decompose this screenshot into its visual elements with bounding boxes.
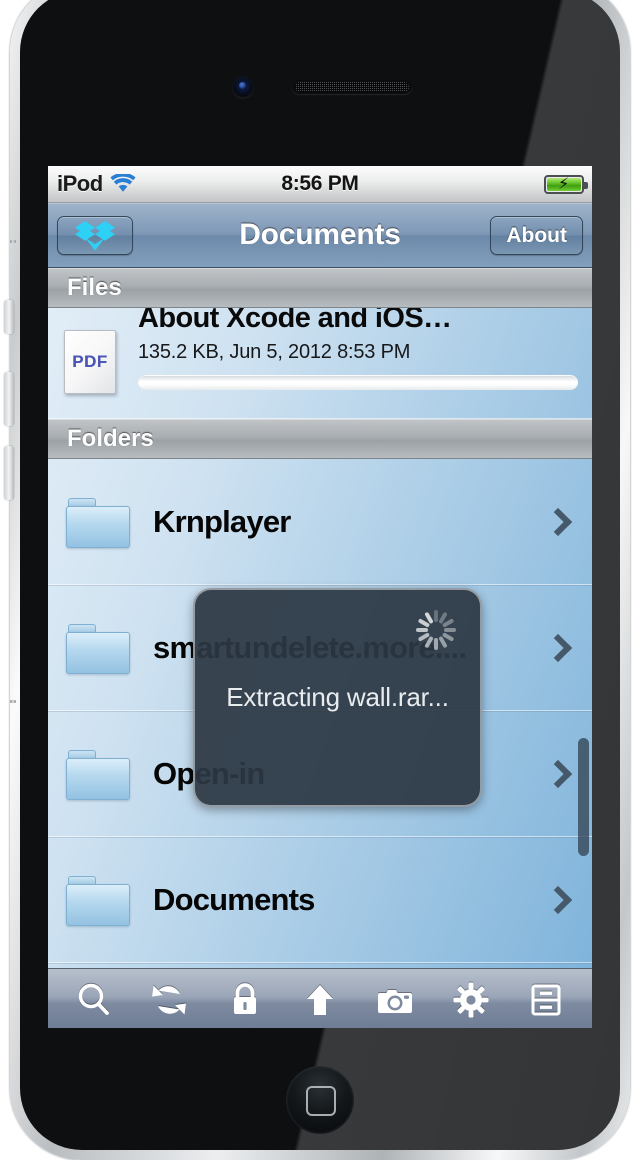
activity-spinner-icon [414,608,458,652]
section-header-folders: Folders [48,419,592,459]
folder-icon [66,497,130,548]
band-notch [10,700,16,703]
upload-button[interactable] [292,974,348,1026]
volume-down-button[interactable] [4,446,14,500]
pdf-label: PDF [72,352,108,371]
front-camera-icon [232,76,254,98]
folder-name: Documents [153,881,315,917]
earpiece-speaker [292,80,412,94]
search-icon [78,983,109,1015]
hud-message: Extracting wall.rar... [226,682,449,712]
download-progress-bar [138,375,578,390]
file-meta: 135.2 KB, Jun 5, 2012 8:53 PM [138,341,411,363]
section-header-files: Files [48,268,592,308]
status-bar: iPod 8:56 PM ⚡ [48,166,592,203]
home-button[interactable] [286,1066,354,1134]
storage-button[interactable] [518,974,574,1026]
chevron-right-icon [546,633,566,663]
upload-arrow-icon [306,985,333,1015]
folder-icon [66,749,130,800]
file-list[interactable]: Files PDF About Xcode and iOS… 135.2 KB,… [48,268,592,968]
camera-button[interactable] [367,974,423,1026]
volume-up-button[interactable] [4,372,14,426]
clock-label: 8:56 PM [281,172,359,195]
band-notch [10,240,16,243]
download-progress-fill [138,375,578,390]
device-screen: iPod 8:56 PM ⚡ Documents About Files PDF… [48,166,592,1028]
pdf-file-icon: PDF [64,330,116,394]
folder-icon [66,875,130,926]
charging-bolt-icon: ⚡ [558,175,570,193]
refresh-icon [152,985,187,1015]
folder-name: Krnplayer [153,503,291,539]
sync-button[interactable] [141,974,197,1026]
battery-cap [584,181,588,189]
file-cabinet-icon [531,984,561,1016]
battery-charging-icon: ⚡ [544,174,588,194]
section-header-label: Files [67,274,122,301]
bottom-toolbar [48,968,592,1028]
speaker-mesh [295,82,409,92]
search-button[interactable] [66,974,122,1026]
progress-hud: Extracting wall.rar... [193,588,482,807]
about-button[interactable]: About [490,216,583,255]
section-header-label: Folders [67,425,154,452]
lock-icon [233,983,256,1014]
chevron-right-icon [546,507,566,537]
silent-switch[interactable] [4,300,14,334]
file-row[interactable]: PDF About Xcode and iOS… 135.2 KB, Jun 5… [48,302,592,419]
about-button-label: About [506,223,567,247]
camera-lens [239,82,246,89]
vertical-scrollbar[interactable] [578,738,589,856]
camera-icon [378,990,413,1013]
status-bar-right: ⚡ [544,166,588,202]
gear-icon [453,982,489,1018]
navigation-bar: Documents About [48,203,592,268]
file-info: About Xcode and iOS… 135.2 KB, Jun 5, 20… [138,302,592,390]
home-button-square-icon [306,1086,336,1116]
folder-row[interactable]: Krnplayer [48,459,592,585]
folder-row[interactable]: Documents [48,837,592,963]
settings-button[interactable] [443,974,499,1026]
chevron-right-icon [546,759,566,789]
folder-icon [66,623,130,674]
lock-button[interactable] [217,974,273,1026]
chevron-right-icon [546,885,566,915]
